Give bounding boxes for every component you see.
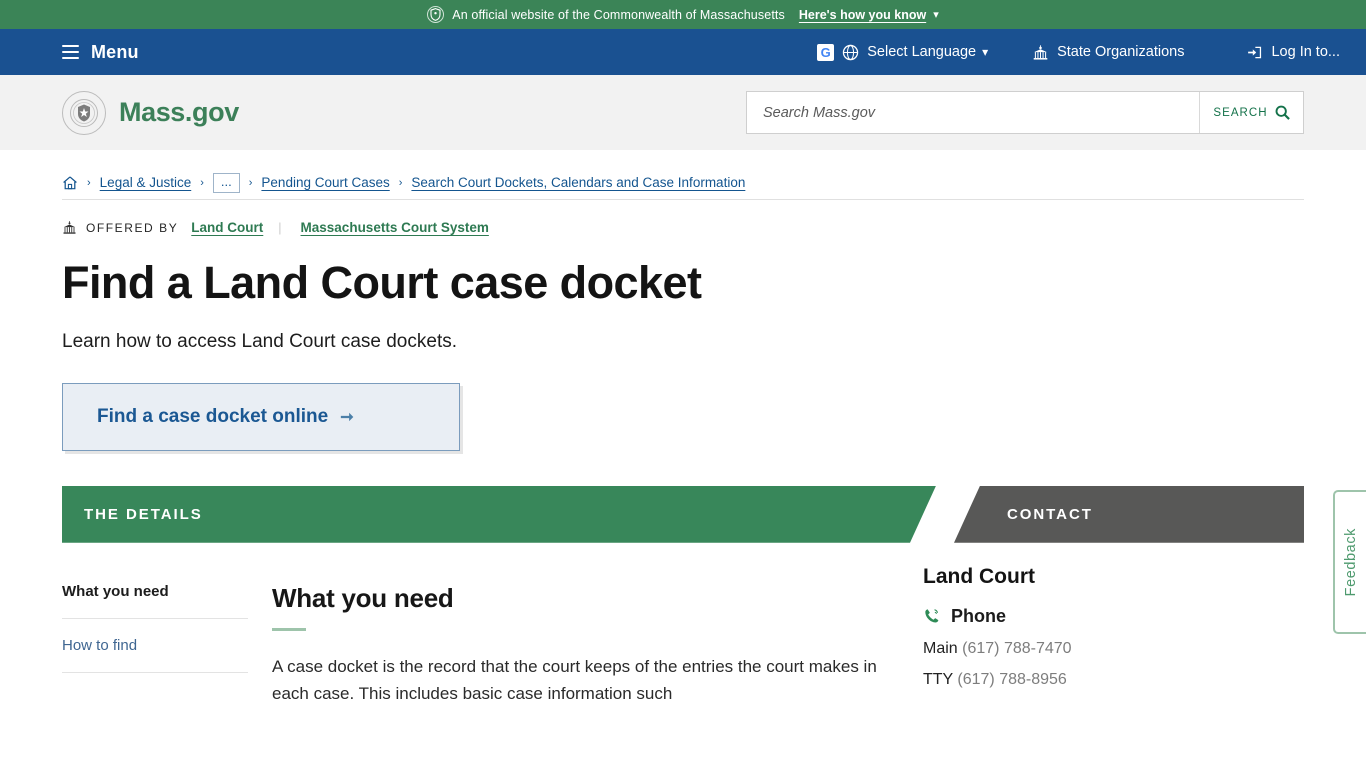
breadcrumb-item-search-court-dockets[interactable]: Search Court Dockets, Calendars and Case… [411, 175, 745, 190]
find-case-docket-online-button[interactable]: Find a case docket online ➞ [62, 382, 460, 451]
breadcrumb: › Legal & Justice › ... › Pending Court … [62, 166, 1304, 200]
capitol-building-icon [63, 221, 76, 234]
page-body: What you need How to find What you need … [0, 565, 1366, 708]
site-header-band: Mass.gov SEARCH [0, 75, 1366, 150]
search-input[interactable] [747, 92, 1199, 133]
nav-right-group: G Select Language ▾ State Organizations … [817, 43, 1340, 61]
chevron-down-icon[interactable]: ▾ [933, 8, 939, 21]
contact-organization-name: Land Court [923, 564, 1035, 588]
site-logo[interactable]: Mass.gov [62, 90, 239, 135]
contact-phone-main: Main (617) 788-7470 [923, 640, 1206, 658]
select-language-control[interactable]: G Select Language ▾ [817, 43, 989, 61]
login-arrow-icon [1248, 46, 1262, 58]
section-sidenav: What you need How to find [62, 583, 248, 708]
offered-by-link-mass-court-system[interactable]: Massachusetts Court System [301, 220, 489, 235]
contact-column: Land Court Phone Main (617) 788-7470 TTY… [890, 565, 1206, 708]
contact-phone-tty: TTY (617) 788-8956 [923, 671, 1206, 689]
hamburger-icon [62, 45, 79, 59]
chevron-down-icon: ▾ [982, 45, 989, 59]
cta-label: Find a case docket online [97, 405, 329, 427]
feedback-label: Feedback [1342, 527, 1359, 597]
phone-heading-label: Phone [951, 605, 1007, 626]
section-heading: What you need [272, 582, 454, 613]
sidenav-label: What you need [62, 582, 169, 600]
search-icon [1275, 105, 1290, 120]
phone-tty-number[interactable]: (617) 788-8956 [957, 671, 1066, 688]
breadcrumb-expand-button[interactable]: ... [212, 172, 240, 193]
state-organizations-link[interactable]: State Organizations [1032, 44, 1184, 61]
state-organizations-label: State Organizations [1057, 44, 1185, 60]
breadcrumb-separator: › [248, 176, 253, 189]
official-gov-banner: An official website of the Commonwealth … [0, 0, 1366, 29]
main-navigation-bar: Menu G Select Language ▾ State Organizat… [0, 29, 1366, 75]
phone-icon [925, 609, 939, 623]
phone-main-label: Main [923, 639, 958, 657]
section-heading-rule [272, 627, 306, 631]
cta-container: Find a case docket online ➞ [0, 382, 1366, 451]
breadcrumb-bar: › Legal & Justice › ... › Pending Court … [0, 166, 1366, 200]
log-in-label: Log In to... [1271, 44, 1340, 60]
google-logo-icon: G [817, 43, 835, 61]
breadcrumb-separator: › [398, 176, 403, 189]
page-title: Find a Land Court case docket [62, 257, 702, 308]
breadcrumb-separator: › [200, 176, 204, 189]
home-icon[interactable] [62, 175, 78, 191]
globe-icon [843, 44, 859, 60]
offered-by-row: OFFERED BY Land Court | Massachusetts Co… [0, 220, 1366, 235]
state-seal-icon [62, 90, 106, 135]
search-button-label: SEARCH [1213, 106, 1268, 119]
capitol-building-icon [1033, 44, 1048, 60]
site-search: SEARCH [746, 91, 1304, 134]
breadcrumb-separator: › [87, 176, 91, 189]
how-you-know-label: Here's how you know [798, 7, 927, 22]
the-details-label: THE DETAILS [84, 505, 203, 523]
section-banners: THE DETAILS CONTACT [0, 485, 1366, 543]
contact-label: CONTACT [1007, 505, 1093, 523]
official-banner-text: An official website of the Commonwealth … [452, 7, 785, 22]
page-subtitle: Learn how to access Land Court case dock… [62, 330, 458, 352]
brand-name: Mass.gov [119, 97, 239, 127]
phone-tty-label: TTY [923, 670, 953, 688]
the-details-banner: THE DETAILS [62, 486, 936, 543]
sidenav-label: How to find [62, 636, 138, 654]
main-content-column: What you need A case docket is the recor… [248, 583, 890, 708]
offered-by-label: OFFERED BY [86, 220, 179, 235]
here-is-how-you-know-link[interactable]: Here's how you know [799, 8, 926, 22]
search-button[interactable]: SEARCH [1199, 92, 1303, 133]
offered-by-link-land-court[interactable]: Land Court [191, 220, 263, 235]
section-body-text: A case docket is the record that the cou… [272, 656, 877, 704]
breadcrumb-item-legal-justice[interactable]: Legal & Justice [100, 175, 192, 190]
contact-phone-heading: Phone [923, 606, 1206, 627]
sidenav-item-what-you-need[interactable]: What you need [62, 583, 248, 619]
arrow-right-icon: ➞ [340, 408, 354, 426]
contact-banner: CONTACT [954, 485, 1304, 543]
log-in-link[interactable]: Log In to... [1246, 44, 1340, 61]
select-language-label: Select Language [867, 44, 977, 60]
state-seal-icon [427, 6, 445, 23]
breadcrumb-item-pending-court-cases[interactable]: Pending Court Cases [261, 175, 389, 190]
phone-main-number[interactable]: (617) 788-7470 [962, 640, 1071, 657]
sidenav-item-how-to-find[interactable]: How to find [62, 637, 248, 673]
menu-label: Menu [91, 41, 139, 62]
offered-by-divider: | [278, 220, 282, 235]
menu-button[interactable]: Menu [62, 42, 139, 63]
feedback-tab[interactable]: Feedback [1333, 490, 1366, 634]
